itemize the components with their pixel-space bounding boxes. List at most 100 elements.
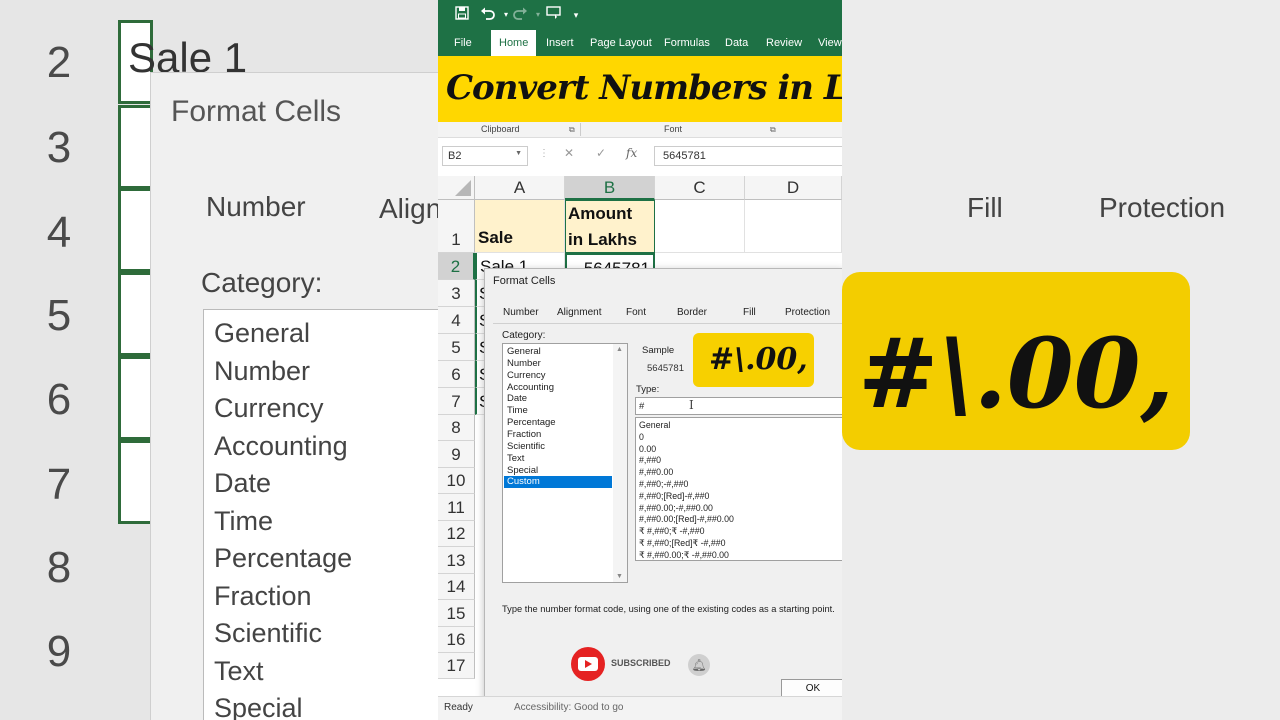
select-all-icon — [455, 180, 471, 196]
cell-a1[interactable]: Sale — [475, 200, 565, 253]
group-font: Font — [664, 124, 683, 134]
category-item[interactable]: Percentage — [504, 417, 612, 429]
row-header[interactable]: 2 — [438, 253, 475, 280]
format-code-item[interactable]: #,##0.00;-#,##0.00 — [639, 503, 713, 513]
formula-input[interactable]: 5645781 — [654, 146, 842, 166]
format-code-item[interactable]: ₹ #,##0;₹ -#,##0 — [639, 526, 704, 537]
clipboard-launcher-icon[interactable]: ⧉ — [569, 125, 575, 135]
tab-review[interactable]: Review — [766, 30, 802, 56]
tab-insert[interactable]: Insert — [546, 30, 574, 56]
row-header[interactable]: 10 — [438, 468, 475, 494]
column-header-a[interactable]: A — [475, 176, 565, 200]
cell-b1[interactable]: Amount in Lakhs — [565, 200, 655, 253]
format-code-item[interactable]: ₹ #,##0.00;₹ -#,##0.00 — [639, 550, 729, 560]
category-item[interactable]: Fraction — [504, 429, 612, 441]
category-item[interactable]: Scientific — [504, 441, 612, 453]
row-header[interactable]: 5 — [438, 334, 475, 361]
row-header[interactable]: 4 — [438, 307, 475, 334]
row-header[interactable]: 15 — [438, 600, 475, 627]
customize-icon[interactable]: ▾ — [566, 5, 586, 25]
category-list[interactable]: General Number Currency Accounting Date Time P… — [502, 343, 628, 583]
format-code-callout: #\.00, — [693, 333, 814, 387]
format-code-item[interactable]: 0.00 — [639, 444, 656, 454]
format-code-item[interactable]: #,##0.00 — [639, 467, 673, 477]
background-row-number: 4 — [46, 208, 72, 257]
format-code-item[interactable]: General — [639, 420, 670, 430]
category-item[interactable]: Accounting — [504, 382, 612, 394]
group-divider — [580, 123, 581, 136]
bell-icon[interactable]: 🔔︎ — [688, 654, 710, 676]
tab-data[interactable]: Data — [725, 30, 748, 56]
row-header[interactable]: 3 — [438, 280, 475, 307]
name-box[interactable]: B2 ▼ — [442, 146, 528, 166]
accessibility-status[interactable]: Accessibility: Good to go — [514, 702, 624, 713]
row-header[interactable]: 8 — [438, 415, 475, 441]
format-hint: Type the number format code, using one o… — [502, 604, 835, 614]
row-header[interactable]: 9 — [438, 441, 475, 468]
redo-icon[interactable] — [510, 5, 530, 25]
font-launcher-icon[interactable]: ⧉ — [770, 125, 776, 135]
type-input[interactable]: # — [635, 397, 842, 415]
enter-icon[interactable]: ✓ — [596, 146, 606, 160]
format-code-item[interactable]: #,##0;-#,##0 — [639, 479, 688, 489]
column-header-b[interactable]: B — [565, 176, 655, 200]
scroll-down-icon[interactable]: ▼ — [616, 573, 623, 580]
tab-view[interactable]: View — [818, 30, 842, 56]
format-code-item[interactable]: #,##0 — [639, 455, 661, 465]
row-header[interactable]: 12 — [438, 521, 475, 547]
category-scrollbar[interactable]: ▲ ▼ — [613, 344, 627, 582]
tab-page-layout[interactable]: Page Layout — [590, 30, 652, 56]
category-item[interactable]: Special — [504, 465, 612, 477]
category-item[interactable]: Custom — [504, 476, 612, 489]
dialog-tab-protection[interactable]: Protection — [785, 307, 830, 318]
category-item[interactable]: General — [504, 346, 612, 358]
undo-icon[interactable] — [478, 5, 498, 25]
tab-formulas[interactable]: Formulas — [664, 30, 710, 56]
format-code-item[interactable]: 0 — [639, 432, 644, 442]
category-label: Category: — [502, 330, 546, 341]
background-category-item: Currency — [214, 393, 324, 423]
cell-c1[interactable] — [655, 200, 745, 253]
row-header[interactable]: 14 — [438, 574, 475, 600]
category-item[interactable]: Date — [504, 393, 612, 405]
format-code-item[interactable]: ₹ #,##0;[Red]₹ -#,##0 — [639, 538, 726, 549]
format-code-item[interactable]: #,##0.00;[Red]-#,##0.00 — [639, 514, 734, 524]
dialog-tab-alignment[interactable]: Alignment — [557, 307, 601, 318]
background-category-label: Category: — [201, 267, 323, 298]
cancel-icon[interactable]: ✕ — [564, 146, 574, 160]
category-item[interactable]: Text — [504, 453, 612, 465]
chevron-down-icon[interactable]: ▼ — [515, 150, 522, 157]
background-callout-text: #\.00, — [858, 317, 1174, 430]
sample-label: Sample — [642, 345, 675, 356]
category-item[interactable]: Currency — [504, 370, 612, 382]
dialog-tab-fill[interactable]: Fill — [743, 307, 756, 318]
subscribe-overlay[interactable]: SUBSCRIBED 🔔︎ — [571, 647, 711, 683]
format-code-list[interactable]: General 0 0.00 #,##0 #,##0.00 #,##0;-#,##0 #,#… — [635, 417, 842, 561]
cell-b1-line2: in Lakhs — [568, 230, 637, 249]
row-header[interactable]: 6 — [438, 361, 475, 388]
category-item[interactable]: Time — [504, 405, 612, 417]
scroll-up-icon[interactable]: ▲ — [616, 346, 623, 353]
dialog-tab-font[interactable]: Font — [626, 307, 646, 318]
row-header[interactable]: 17 — [438, 653, 475, 679]
row-header[interactable]: 13 — [438, 547, 475, 574]
cell-d1[interactable] — [745, 200, 842, 253]
category-item[interactable]: Number — [504, 358, 612, 370]
format-code-item[interactable]: #,##0;[Red]-#,##0 — [639, 491, 709, 501]
ribbon-groups: Clipboard ⧉ Font ⧉ — [438, 122, 842, 138]
row-header[interactable]: 16 — [438, 627, 475, 653]
row-header[interactable]: 7 — [438, 388, 475, 415]
row-header[interactable]: 11 — [438, 494, 475, 521]
select-all-corner[interactable] — [438, 176, 475, 200]
save-icon[interactable] — [452, 5, 472, 25]
fx-icon[interactable]: fx — [626, 146, 637, 160]
dialog-tab-border[interactable]: Border — [677, 307, 707, 318]
touch-mode-icon[interactable] — [544, 5, 564, 25]
background-row-number: 5 — [46, 291, 72, 340]
row-header[interactable]: 1 — [438, 200, 475, 253]
tab-file[interactable]: File — [454, 30, 472, 56]
tab-home[interactable]: Home — [491, 30, 537, 56]
column-header-d[interactable]: D — [745, 176, 842, 200]
dialog-tab-number[interactable]: Number — [503, 307, 539, 318]
column-header-c[interactable]: C — [655, 176, 745, 200]
